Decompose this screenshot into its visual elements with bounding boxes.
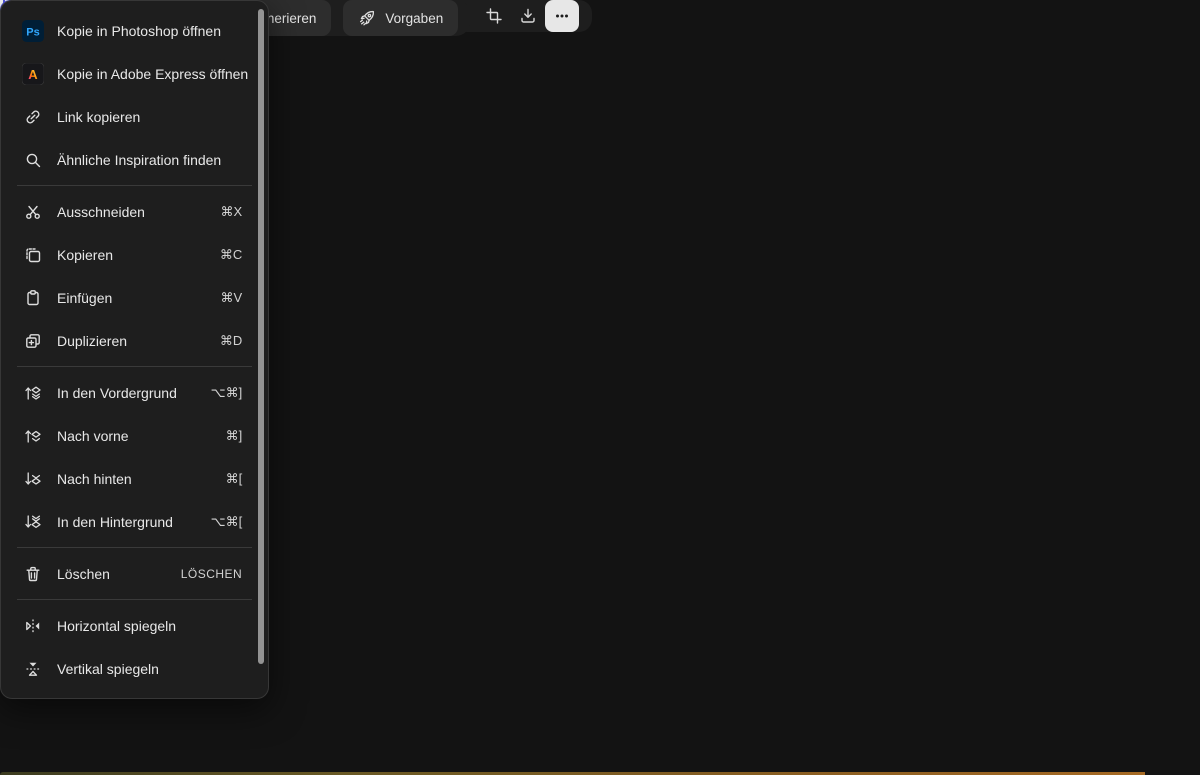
menu-shortcut: ⌘V [221, 290, 249, 306]
menu-item-open-in-adobe-express[interactable]: A Kopie in Adobe Express öffnen [1, 52, 268, 95]
duplicate-icon [21, 329, 45, 353]
presets-button[interactable]: Vorgaben [343, 0, 458, 36]
menu-item-copy-link[interactable]: Link kopieren [1, 95, 268, 138]
menu-label: Kopie in Photoshop öffnen [57, 23, 221, 39]
menu-divider [17, 366, 252, 367]
paste-icon [21, 286, 45, 310]
menu-divider [17, 599, 252, 600]
ellipsis-icon [553, 7, 571, 25]
send-to-back-icon [21, 510, 45, 534]
menu-item-copy[interactable]: Kopieren ⌘C [1, 233, 268, 276]
more-button[interactable] [545, 0, 579, 32]
menu-shortcut: ⌘] [226, 428, 249, 444]
copy-icon [21, 243, 45, 267]
menu-item-paste[interactable]: Einfügen ⌘V [1, 276, 268, 319]
menu-item-delete[interactable]: Löschen LÖSCHEN [1, 552, 268, 595]
menu-label: Löschen [57, 566, 110, 582]
bring-forward-icon [21, 424, 45, 448]
menu-shortcut: LÖSCHEN [181, 567, 249, 581]
menu-label: Kopieren [57, 247, 113, 263]
menu-label: Vertikal spiegeln [57, 661, 159, 677]
scissors-icon [21, 200, 45, 224]
menu-item-bring-forward[interactable]: Nach vorne ⌘] [1, 414, 268, 457]
menu-label: In den Vordergrund [57, 385, 177, 401]
menu-item-find-similar[interactable]: Ähnliche Inspiration finden [1, 138, 268, 181]
menu-label: Ähnliche Inspiration finden [57, 152, 221, 168]
adobe-express-icon: A [21, 62, 45, 86]
svg-text:Ps: Ps [26, 26, 39, 38]
crop-icon [485, 7, 503, 25]
flip-horizontal-icon [21, 614, 45, 638]
link-icon [21, 105, 45, 129]
rocket-icon [358, 9, 376, 27]
trash-icon [21, 562, 45, 586]
svg-text:A: A [28, 67, 38, 82]
bring-to-front-icon [21, 381, 45, 405]
menu-label: Horizontal spiegeln [57, 618, 176, 634]
download-icon [519, 7, 537, 25]
menu-label: Kopie in Adobe Express öffnen [57, 66, 248, 82]
menu-shortcut: ⌘C [220, 247, 248, 263]
menu-item-send-to-back[interactable]: In den Hintergrund ⌥⌘[ [1, 500, 268, 543]
send-backward-icon [21, 467, 45, 491]
menu-item-send-backward[interactable]: Nach hinten ⌘[ [1, 457, 268, 500]
presets-label: Vorgaben [385, 11, 443, 26]
menu-label: Nach hinten [57, 471, 132, 487]
menu-label: In den Hintergrund [57, 514, 173, 530]
menu-item-bring-to-front[interactable]: In den Vordergrund ⌥⌘] [1, 371, 268, 414]
photoshop-icon: Ps [21, 19, 45, 43]
menu-label: Einfügen [57, 290, 112, 306]
menu-scrollbar[interactable] [258, 9, 264, 664]
search-icon [21, 148, 45, 172]
menu-label: Nach vorne [57, 428, 129, 444]
menu-label: Duplizieren [57, 333, 127, 349]
menu-item-flip-vertical[interactable]: Vertikal spiegeln [1, 647, 268, 690]
menu-shortcut: ⌘X [221, 204, 249, 220]
menu-shortcut: ⌥⌘[ [211, 514, 249, 530]
menu-label: Link kopieren [57, 109, 140, 125]
crop-button[interactable] [477, 0, 511, 32]
menu-divider [17, 185, 252, 186]
menu-shortcut: ⌘D [220, 333, 248, 349]
menu-item-flip-horizontal[interactable]: Horizontal spiegeln [1, 604, 268, 647]
menu-divider [17, 547, 252, 548]
context-menu: Ps Kopie in Photoshop öffnen A Kopie in … [0, 0, 269, 699]
menu-item-duplicate[interactable]: Duplizieren ⌘D [1, 319, 268, 362]
menu-shortcut: ⌥⌘] [211, 385, 249, 401]
menu-label: Ausschneiden [57, 204, 145, 220]
flip-vertical-icon [21, 657, 45, 681]
menu-shortcut: ⌘[ [226, 471, 249, 487]
download-button[interactable] [511, 0, 545, 32]
menu-item-open-in-photoshop[interactable]: Ps Kopie in Photoshop öffnen [1, 9, 268, 52]
menu-item-cut[interactable]: Ausschneiden ⌘X [1, 190, 268, 233]
